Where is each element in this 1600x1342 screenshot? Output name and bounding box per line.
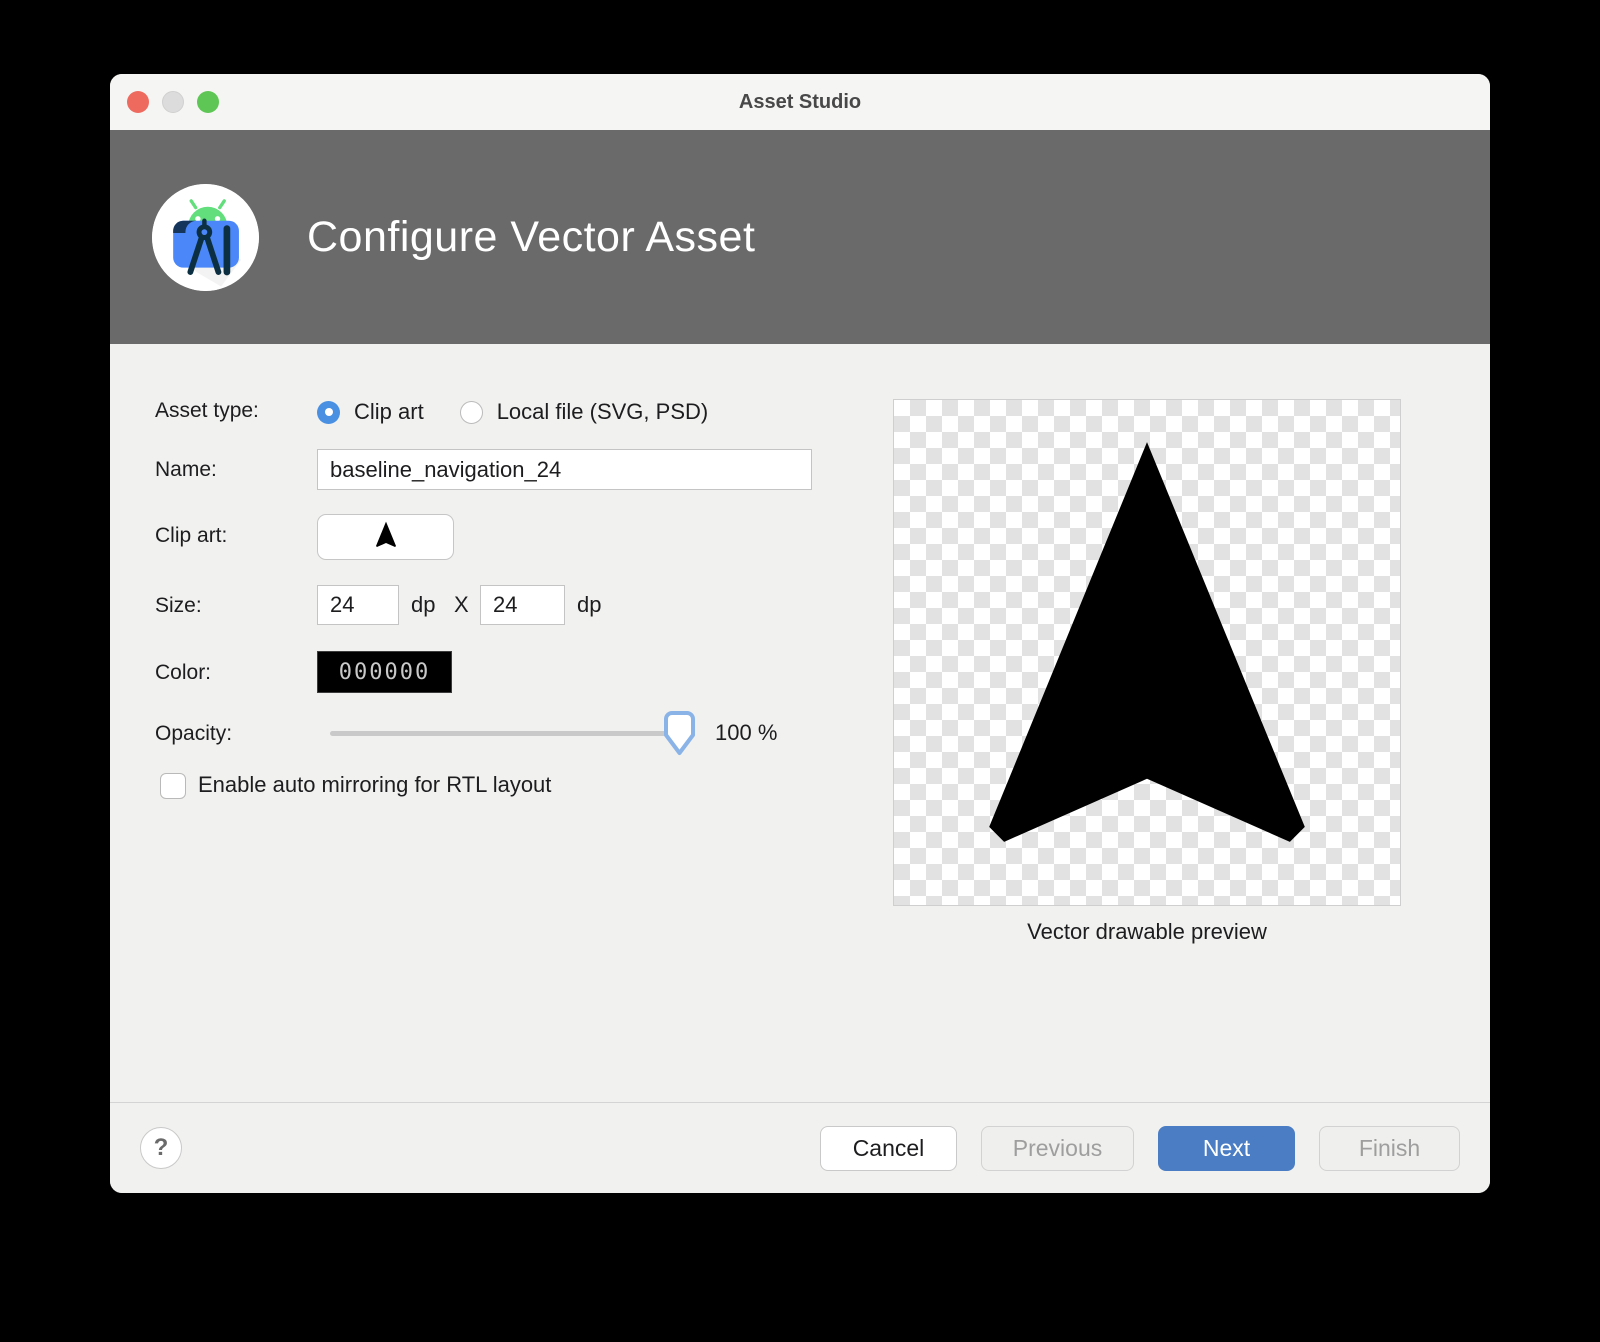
opacity-percent-value: 100 %	[715, 720, 777, 746]
form-content: Asset type: Clip art Local file (SVG, PS…	[110, 344, 1490, 1102]
next-button[interactable]: Next	[1158, 1126, 1295, 1171]
color-swatch-button[interactable]: 000000	[317, 651, 452, 693]
cancel-button[interactable]: Cancel	[820, 1126, 957, 1171]
asset-type-radio-group: Clip art Local file (SVG, PSD)	[317, 397, 730, 427]
window-title: Asset Studio	[110, 91, 1490, 114]
size-height-unit: dp	[577, 585, 601, 625]
size-height-input[interactable]	[480, 585, 565, 625]
radio-clip-art-label[interactable]: Clip art	[354, 399, 424, 425]
close-window-button[interactable]	[127, 91, 149, 113]
rtl-mirroring-label[interactable]: Enable auto mirroring for RTL layout	[198, 772, 551, 798]
page-title: Configure Vector Asset	[307, 213, 755, 262]
radio-local-file[interactable]	[460, 401, 483, 424]
size-label: Size:	[155, 594, 202, 618]
question-mark-icon: ?	[154, 1134, 169, 1162]
rtl-mirroring-checkbox[interactable]	[160, 773, 186, 799]
footer-button-group: Cancel Previous Next Finish	[820, 1126, 1460, 1171]
color-hex-value: 000000	[339, 660, 430, 685]
dialog-footer: ? Cancel Previous Next Finish	[110, 1102, 1490, 1193]
finish-button[interactable]: Finish	[1319, 1126, 1460, 1171]
color-label: Color:	[155, 661, 211, 685]
name-input[interactable]	[317, 449, 812, 490]
android-studio-icon	[152, 184, 259, 291]
screenshot-canvas: { "window": { "title": "Asset Studio" },…	[0, 0, 1600, 1342]
clip-art-picker-button[interactable]	[317, 514, 454, 560]
help-button[interactable]: ?	[140, 1127, 182, 1169]
minimize-window-button[interactable]	[162, 91, 184, 113]
opacity-slider-thumb[interactable]	[661, 709, 698, 758]
name-label: Name:	[155, 458, 217, 482]
size-width-unit: dp	[411, 585, 435, 625]
clip-art-label: Clip art:	[155, 524, 227, 548]
previous-button[interactable]: Previous	[981, 1126, 1134, 1171]
wizard-header: Configure Vector Asset	[110, 130, 1490, 344]
zoom-window-button[interactable]	[197, 91, 219, 113]
navigation-arrow-icon	[370, 519, 402, 556]
opacity-label: Opacity:	[155, 722, 232, 746]
radio-clip-art[interactable]	[317, 401, 340, 424]
size-width-input[interactable]	[317, 585, 399, 625]
title-bar: Asset Studio	[110, 74, 1490, 130]
radio-local-file-label[interactable]: Local file (SVG, PSD)	[497, 399, 709, 425]
vector-drawable-preview	[893, 399, 1401, 906]
window-controls	[127, 91, 219, 113]
opacity-slider-track[interactable]	[330, 731, 695, 736]
preview-caption: Vector drawable preview	[893, 919, 1401, 945]
asset-type-label: Asset type:	[155, 399, 259, 423]
asset-studio-dialog: Asset Studio	[110, 74, 1490, 1193]
navigation-arrow-preview-icon	[894, 400, 1400, 905]
size-separator: X	[454, 585, 469, 625]
